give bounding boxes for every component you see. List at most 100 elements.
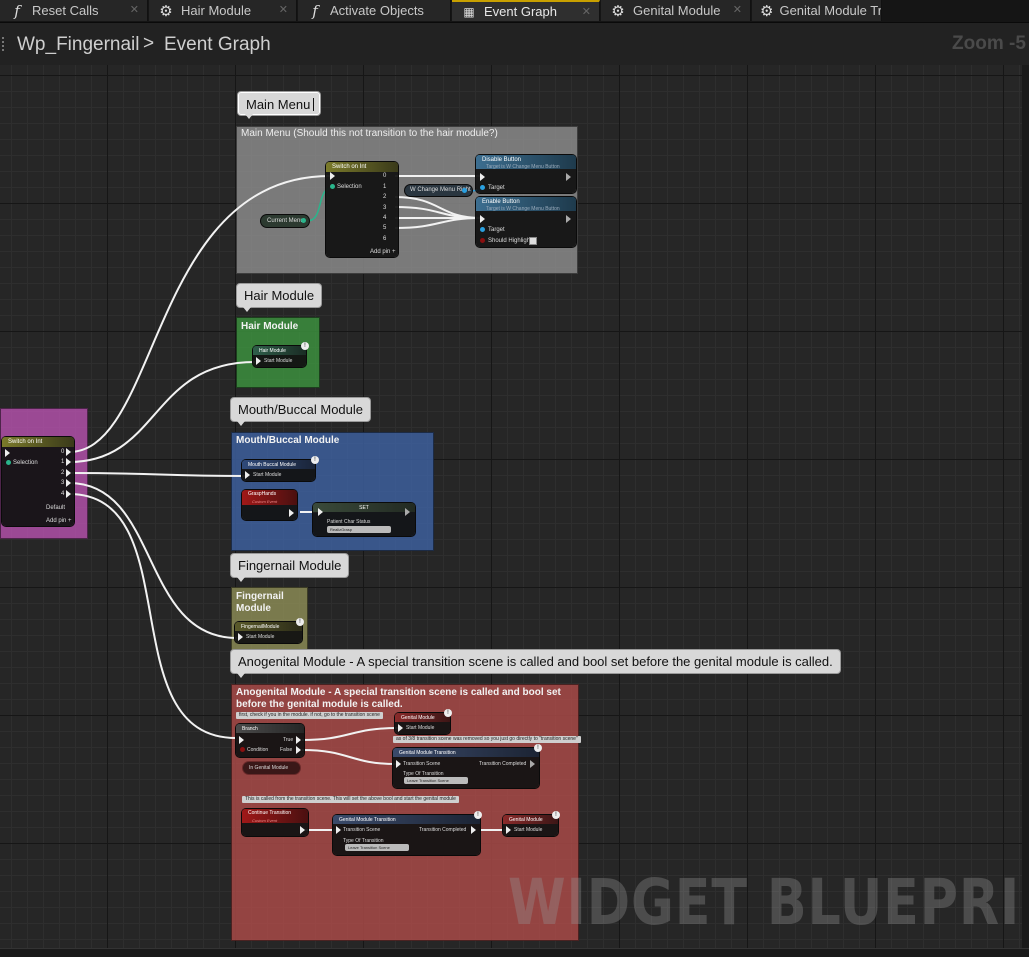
pin-label: Start Module: [246, 634, 275, 640]
int-pin-selection[interactable]: [6, 460, 11, 465]
exec-pin-out[interactable]: [289, 509, 294, 517]
note-called-from-transition[interactable]: This is called from the transition scene…: [242, 796, 459, 803]
exec-pin-in[interactable]: [398, 724, 403, 732]
tab-reset-calls[interactable]: f Reset Calls ✕: [0, 0, 148, 21]
tab-hair-module[interactable]: ⚙ Hair Module ✕: [149, 0, 297, 21]
switch-on-int-node-menu[interactable]: Switch on Int Selection 0 1 2 3 4 5 6 Ad…: [326, 162, 398, 257]
node-title: Switch on Int: [332, 164, 367, 170]
mouth-buccal-module-node[interactable]: Mouth Buccal Module Start Module: [242, 460, 315, 481]
comment-bubble-main-menu[interactable]: Main Menu: [238, 92, 320, 119]
note-first-check[interactable]: first, check if you in the module. if no…: [236, 712, 383, 719]
exec-pin-out[interactable]: [471, 826, 476, 834]
int-pin-out[interactable]: [301, 218, 306, 223]
type-of-transition-dropdown[interactable]: Leave Transition Scene: [404, 777, 468, 784]
breadcrumb-graph[interactable]: Event Graph: [164, 34, 271, 56]
exec-pin-out[interactable]: [66, 479, 71, 487]
exec-pin-in[interactable]: [506, 826, 511, 834]
fingernail-module-node[interactable]: FingernailModule Start Module: [235, 622, 302, 643]
comment-bubble-hair[interactable]: Hair Module: [237, 284, 322, 312]
tab-genital-module-transition[interactable]: ⚙ Genital Module Tra: [752, 0, 882, 21]
exec-pin-out[interactable]: [66, 458, 71, 466]
comment-bubble-mouth[interactable]: Mouth/Buccal Module: [231, 398, 371, 426]
tab-activate-objects[interactable]: f Activate Objects: [298, 0, 451, 21]
continue-transition-event-node[interactable]: Continue Transition Custom Event: [242, 809, 308, 836]
branch-node[interactable]: Branch Condition True False: [236, 724, 304, 757]
close-icon[interactable]: ✕: [582, 5, 591, 18]
node-title: Genital Module: [401, 715, 435, 721]
exec-pin-in[interactable]: [318, 508, 323, 516]
close-icon[interactable]: ✕: [733, 3, 742, 16]
exec-pin-out[interactable]: [300, 826, 305, 834]
int-pin-selection[interactable]: [330, 184, 335, 189]
node-title: Continue Transition: [248, 810, 292, 816]
should-highlight-checkbox[interactable]: [529, 237, 537, 245]
exec-pin-in[interactable]: [245, 471, 250, 479]
exec-pin-out-true[interactable]: [296, 736, 301, 744]
object-pin-out[interactable]: [462, 188, 467, 193]
tab-label: Activate Objects: [330, 3, 424, 18]
node-title: Hair Module: [259, 348, 286, 354]
exec-pin-out[interactable]: [530, 760, 535, 768]
pin-label: 4: [61, 491, 65, 497]
exec-pin-in[interactable]: [330, 172, 335, 180]
pin-label: Condition: [247, 747, 269, 753]
change-menu-right-variable-node[interactable]: W Change Menu Right: [405, 185, 472, 196]
tab-label: Hair Module: [181, 3, 252, 18]
bool-pin-should-highlight[interactable]: [480, 238, 485, 243]
patient-char-status-dropdown[interactable]: RealizGrasp: [327, 526, 391, 533]
exec-pin-in[interactable]: [239, 736, 244, 744]
exec-pin-out[interactable]: [66, 448, 71, 456]
object-pin-target[interactable]: [480, 185, 485, 190]
node-header: Genital Module Transition: [333, 815, 480, 824]
comment-bubble-anogenital[interactable]: Anogenital Module - A special transition…: [231, 650, 840, 678]
object-pin-target[interactable]: [480, 227, 485, 232]
enable-button-node[interactable]: Enable Button Target is W Change Menu Bu…: [476, 197, 576, 247]
add-pin-button[interactable]: Add pin +: [370, 248, 396, 256]
current-menu-variable-node[interactable]: Current Menu: [261, 215, 309, 227]
message-badge-icon: !: [552, 811, 560, 819]
disable-button-node[interactable]: Disable Button Target is W Change Menu B…: [476, 155, 576, 193]
type-of-transition-dropdown[interactable]: Leave Transition Scene: [345, 844, 409, 851]
hair-module-node[interactable]: Hair Module Start Module: [253, 346, 306, 367]
exec-pin-out[interactable]: [405, 508, 410, 516]
exec-pin-in[interactable]: [5, 449, 10, 457]
exec-pin-out[interactable]: [566, 215, 571, 223]
node-header: SET: [313, 503, 415, 512]
exec-pin-out[interactable]: [66, 490, 71, 498]
exec-pin-out[interactable]: [566, 173, 571, 181]
note-transition-removed[interactable]: as of 3/8 transition scene was removed s…: [393, 736, 581, 743]
message-badge-icon: !: [311, 456, 319, 464]
genital-module-node-1[interactable]: Genital Module Start Module: [395, 713, 450, 734]
pin-label: True: [283, 737, 294, 743]
grasp-hands-event-node[interactable]: GraspHands Custom Event: [242, 490, 297, 520]
pin-label: False: [280, 747, 293, 753]
set-variable-node[interactable]: SET Patient Char Status RealizGrasp: [313, 503, 415, 536]
chevron-right-icon: >: [143, 33, 155, 54]
pin-label: Transition Scene: [403, 761, 441, 767]
bool-pin-condition[interactable]: [240, 747, 245, 752]
in-genital-module-variable-node[interactable]: In Genital Module: [243, 762, 300, 774]
exec-pin-in[interactable]: [238, 633, 243, 641]
exec-pin-in[interactable]: [256, 357, 261, 365]
exec-pin-in[interactable]: [480, 173, 485, 181]
genital-module-transition-node-1[interactable]: Genital Module Transition Transition Sce…: [393, 748, 539, 788]
breadcrumb-widget[interactable]: Wp_Fingernail: [17, 34, 140, 56]
gear-icon: ⚙: [760, 1, 774, 20]
add-pin-button[interactable]: Add pin +: [46, 517, 72, 525]
close-icon[interactable]: ✕: [130, 3, 139, 16]
exec-pin-out-false[interactable]: [296, 746, 301, 754]
exec-pin-in[interactable]: [396, 760, 401, 768]
node-title: SET: [359, 505, 369, 511]
comment-bubble-fingernail[interactable]: Fingernail Module: [231, 554, 349, 582]
genital-module-node-2[interactable]: Genital Module Start Module: [503, 815, 558, 836]
close-icon[interactable]: ✕: [279, 3, 288, 16]
vertical-scrollbar[interactable]: [1022, 65, 1029, 948]
exec-pin-in[interactable]: [336, 826, 341, 834]
tab-event-graph[interactable]: ▦ Event Graph ✕: [452, 0, 600, 21]
switch-on-int-node-left[interactable]: Switch on Int Selection 0 1 2 3 4 Defaul…: [2, 437, 74, 526]
genital-module-transition-node-2[interactable]: Genital Module Transition Transition Sce…: [333, 815, 480, 855]
exec-pin-in[interactable]: [480, 215, 485, 223]
tab-genital-module[interactable]: ⚙ Genital Module ✕: [601, 0, 751, 21]
pin-label: 1: [61, 459, 65, 465]
exec-pin-out[interactable]: [66, 469, 71, 477]
